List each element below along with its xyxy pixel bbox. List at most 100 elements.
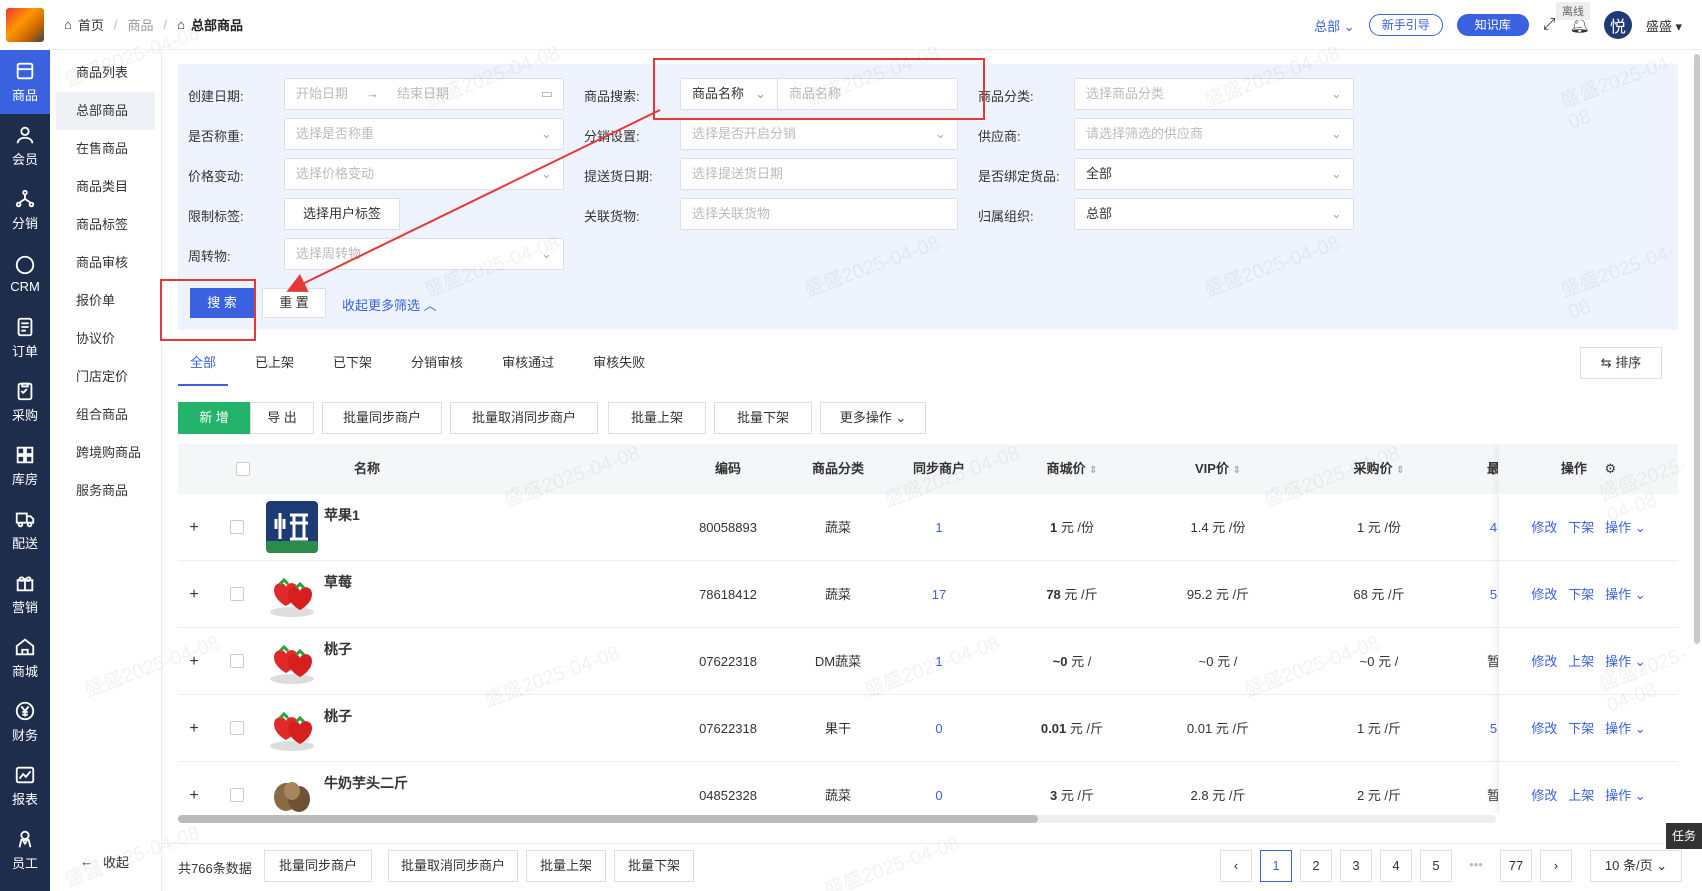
page-button[interactable]: ••• [1460, 850, 1492, 882]
supplier-select[interactable]: 请选择筛选的供应商 ⌄ [1074, 118, 1354, 150]
subnav-item[interactable]: 商品类目 [56, 168, 155, 206]
column-header[interactable]: 采购价 ⇕ [1303, 444, 1455, 494]
row-checkbox[interactable] [230, 721, 244, 735]
more-ops-link[interactable]: 操作 ⌄ [1605, 788, 1646, 803]
org-switch[interactable]: 总部 ⌄ [1314, 16, 1355, 35]
expand-icon[interactable]: + [184, 561, 204, 628]
org-select[interactable]: 总部 ⌄ [1074, 198, 1354, 230]
rail-item-1[interactable]: 商品 [0, 50, 50, 114]
more-ops-link[interactable]: 操作 ⌄ [1605, 587, 1646, 602]
page-button[interactable]: 3 [1340, 850, 1372, 882]
rail-item-4[interactable]: CRM [0, 242, 50, 306]
tab-5[interactable]: 审核失败 [581, 346, 657, 386]
product-name[interactable]: 草莓 [324, 573, 352, 591]
product-name[interactable]: 桃子 [324, 640, 352, 658]
subnav-item[interactable]: 协议价 [56, 320, 155, 358]
page-button[interactable]: 1 [1260, 850, 1292, 882]
tab-4[interactable]: 审核通过 [490, 346, 566, 386]
weigh-select[interactable]: 选择是否称重 ⌄ [284, 118, 564, 150]
pickup-date-input[interactable]: 选择提送货日期 [680, 158, 958, 190]
row-checkbox[interactable] [230, 520, 244, 534]
turnover-select[interactable]: 选择周转物 ⌄ [284, 238, 564, 270]
horizontal-scrollbar[interactable] [178, 815, 1496, 823]
page-button[interactable]: 4 [1380, 850, 1412, 882]
rail-item-7[interactable]: 库房 [0, 434, 50, 498]
sync-merchant-count[interactable]: 1 [883, 628, 995, 695]
select-all-checkbox[interactable] [236, 462, 250, 476]
row-checkbox[interactable] [230, 788, 244, 802]
user-name[interactable]: 盛盛 ▾ [1646, 16, 1682, 35]
guide-button[interactable]: 新手引导 [1368, 14, 1443, 36]
row-checkbox[interactable] [230, 587, 244, 601]
sync-merchant-count[interactable]: 0 [883, 762, 995, 814]
gear-icon[interactable]: ⚙ [1604, 461, 1616, 476]
page-button[interactable]: 5 [1420, 850, 1452, 882]
rail-item-8[interactable]: 配送 [0, 498, 50, 562]
toolbar-button-1[interactable]: 导 出 [250, 402, 314, 434]
expand-icon[interactable]: + [184, 494, 204, 561]
product-name[interactable]: 桃子 [324, 707, 352, 725]
next-page-button[interactable]: › [1540, 850, 1572, 882]
tab-1[interactable]: 已上架 [243, 346, 306, 386]
tab-2[interactable]: 已下架 [321, 346, 384, 386]
subnav-item[interactable]: 商品标签 [56, 206, 155, 244]
page-button[interactable]: 77 [1500, 850, 1532, 882]
rail-item-10[interactable]: 商城 [0, 626, 50, 690]
toolbar-button-5[interactable]: 批量下架 [714, 402, 812, 434]
bind-goods-select[interactable]: 全部 ⌄ [1074, 158, 1354, 190]
collapse-filter-link[interactable]: 收起更多筛选 ︿ [342, 295, 437, 314]
footer-button-2[interactable]: 批量上架 [526, 850, 606, 882]
edit-link[interactable]: 修改 [1531, 587, 1557, 602]
subnav-item[interactable]: 报价单 [56, 282, 155, 320]
collapse-nav-button[interactable]: ← 收起 [80, 852, 129, 871]
subnav-item[interactable]: 商品列表 [56, 54, 155, 92]
category-select[interactable]: 选择商品分类 ⌄ [1074, 78, 1354, 110]
sort-button[interactable]: ⇆ 排序 [1580, 347, 1662, 379]
rail-item-2[interactable]: 会员 [0, 114, 50, 178]
price-change-select[interactable]: 选择价格变动 ⌄ [284, 158, 564, 190]
shelf-toggle-link[interactable]: 下架 [1568, 587, 1594, 602]
rail-item-12[interactable]: 报表 [0, 754, 50, 818]
expand-icon[interactable]: + [184, 695, 204, 762]
task-button[interactable]: 任务 [1666, 823, 1702, 849]
rail-item-3[interactable]: 分销 [0, 178, 50, 242]
toolbar-button-0[interactable]: 新 增 [178, 402, 250, 434]
sync-merchant-count[interactable]: 0 [883, 695, 995, 762]
toolbar-button-6[interactable]: 更多操作 ⌄ [820, 402, 926, 434]
shelf-toggle-link[interactable]: 上架 [1568, 788, 1594, 803]
footer-button-0[interactable]: 批量同步商户 [264, 850, 372, 882]
more-ops-link[interactable]: 操作 ⌄ [1605, 654, 1646, 669]
subnav-item[interactable]: 门店定价 [56, 358, 155, 396]
shelf-toggle-link[interactable]: 下架 [1568, 721, 1594, 736]
more-ops-link[interactable]: 操作 ⌄ [1605, 520, 1646, 535]
product-name[interactable]: 苹果1 [324, 506, 360, 524]
column-header[interactable]: VIP价 ⇕ [1148, 444, 1288, 494]
subnav-item[interactable]: 服务商品 [56, 472, 155, 510]
rail-item-5[interactable]: 订单 [0, 306, 50, 370]
rail-item-9[interactable]: 营销 [0, 562, 50, 626]
tab-3[interactable]: 分销审核 [399, 346, 475, 386]
page-size-select[interactable]: 10 条/页 ⌄ [1590, 850, 1682, 882]
toolbar-button-3[interactable]: 批量取消同步商户 [450, 402, 598, 434]
subnav-item[interactable]: 组合商品 [56, 396, 155, 434]
toolbar-button-2[interactable]: 批量同步商户 [322, 402, 442, 434]
related-goods-input[interactable]: 选择关联货物 [680, 198, 958, 230]
knowledge-button[interactable]: 知识库 [1456, 14, 1529, 36]
edit-link[interactable]: 修改 [1531, 654, 1557, 669]
breadcrumb-goods[interactable]: 商品 [128, 15, 154, 34]
prev-page-button[interactable]: ‹ [1220, 850, 1252, 882]
expand-icon[interactable]: + [184, 762, 204, 814]
column-header[interactable]: 商城价 ⇕ [998, 444, 1146, 494]
select-user-tag-button[interactable]: 选择用户标签 [284, 198, 400, 230]
sync-merchant-count[interactable]: 17 [883, 561, 995, 628]
shelf-toggle-link[interactable]: 下架 [1568, 520, 1594, 535]
fullscreen-icon[interactable]: ⤢ [1543, 16, 1556, 34]
expand-icon[interactable]: + [184, 628, 204, 695]
subnav-item[interactable]: 跨境购商品 [56, 434, 155, 472]
subnav-item[interactable]: 在售商品 [56, 130, 155, 168]
rail-item-6[interactable]: 采购 [0, 370, 50, 434]
shelf-toggle-link[interactable]: 上架 [1568, 654, 1594, 669]
vertical-scrollbar[interactable] [1694, 54, 1700, 644]
edit-link[interactable]: 修改 [1531, 721, 1557, 736]
sync-merchant-count[interactable]: 1 [883, 494, 995, 561]
